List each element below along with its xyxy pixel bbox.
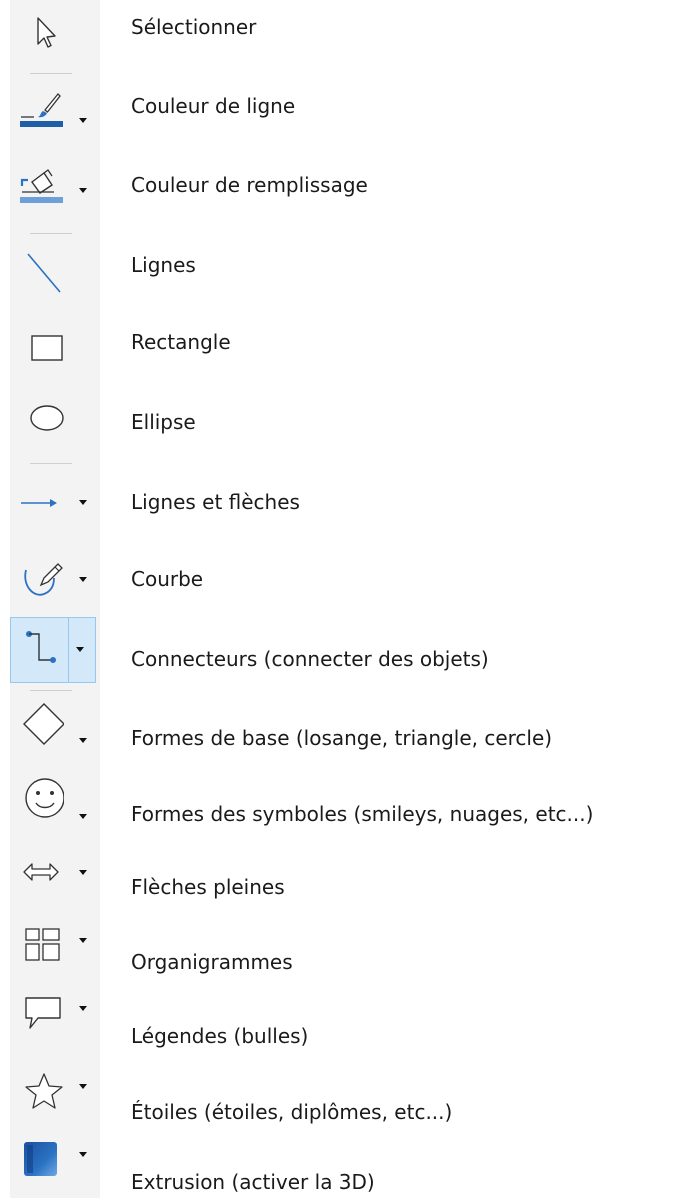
stars-dropdown-arrow[interactable] <box>79 1084 87 1089</box>
connector-icon <box>15 624 65 670</box>
toolbar-separator <box>30 73 72 74</box>
speech-bubble-icon <box>14 994 64 1040</box>
line-arrow-icon <box>14 480 64 526</box>
flowcharts-dropdown-arrow[interactable] <box>79 938 87 943</box>
diagonal-line-icon <box>14 248 64 294</box>
lines-and-arrows-tool-button[interactable] <box>10 474 100 530</box>
extrusion-cube-icon <box>14 1140 64 1186</box>
select-tool-button[interactable] <box>10 4 100 60</box>
toolbar-separator <box>30 690 72 691</box>
rectangle-tool-label: Rectangle <box>131 330 231 354</box>
connectors-split-divider <box>68 618 69 682</box>
basic-shapes-tool-button[interactable] <box>10 694 100 750</box>
symbol-shapes-dropdown-arrow[interactable] <box>79 814 87 819</box>
line-color-tool-button[interactable] <box>10 82 100 138</box>
line-color-brush-icon <box>14 88 64 134</box>
flowcharts-tool-button[interactable] <box>10 920 100 976</box>
curve-pencil-icon <box>14 558 64 604</box>
flowcharts-tool-label: Organigrammes <box>131 950 293 974</box>
line-color-tool-label: Couleur de ligne <box>131 94 296 118</box>
cursor-arrow-icon <box>14 10 64 56</box>
connectors-tool-button[interactable] <box>10 617 96 683</box>
fill-color-dropdown-arrow[interactable] <box>79 188 87 193</box>
toolbar-separator <box>30 233 72 234</box>
select-tool-label: Sélectionner <box>131 15 257 39</box>
curve-tool-button[interactable] <box>10 552 100 608</box>
basic-shapes-dropdown-arrow[interactable] <box>79 738 87 743</box>
symbol-shapes-tool-label: Formes des symboles (smileys, nuages, et… <box>131 802 594 826</box>
smiley-icon <box>14 776 64 822</box>
line-color-dropdown-arrow[interactable] <box>79 118 87 123</box>
connectors-tool-label: Connecteurs (connecter des objets) <box>131 647 489 671</box>
stars-tool-button[interactable] <box>10 1066 100 1122</box>
fill-color-tool-button[interactable] <box>10 160 100 216</box>
curve-tool-label: Courbe <box>131 567 204 591</box>
lines-tool-label: Lignes <box>131 253 196 277</box>
rectangle-tool-button[interactable] <box>10 318 100 374</box>
connectors-dropdown-arrow[interactable] <box>76 647 84 652</box>
lines-and-arrows-dropdown-arrow[interactable] <box>79 500 87 505</box>
extrusion-tool-button[interactable] <box>10 1134 100 1190</box>
block-arrows-tool-button[interactable] <box>10 854 100 910</box>
flowchart-grid-icon <box>14 926 64 972</box>
fill-color-tool-label: Couleur de remplissage <box>131 173 368 197</box>
callouts-tool-button[interactable] <box>10 988 100 1044</box>
basic-shapes-tool-label: Formes de base (losange, triangle, cercl… <box>131 726 553 750</box>
ellipse-tool-label: Ellipse <box>131 410 196 434</box>
callouts-tool-label: Légendes (bulles) <box>131 1024 309 1048</box>
symbol-shapes-tool-button[interactable] <box>10 770 100 826</box>
ellipse-icon <box>14 397 64 443</box>
block-arrows-dropdown-arrow[interactable] <box>79 870 87 875</box>
toolbar-separator <box>30 463 72 464</box>
fill-color-bucket-icon <box>14 166 64 212</box>
rectangle-icon <box>14 324 64 370</box>
stars-tool-label: Étoiles (étoiles, diplômes, etc...) <box>131 1100 453 1124</box>
ellipse-tool-button[interactable] <box>10 391 100 447</box>
lines-and-arrows-tool-label: Lignes et flèches <box>131 490 300 514</box>
callouts-dropdown-arrow[interactable] <box>79 1006 87 1011</box>
star-icon <box>14 1072 64 1118</box>
extrusion-tool-label: Extrusion (activer la 3D) <box>131 1170 375 1194</box>
curve-dropdown-arrow[interactable] <box>79 577 87 582</box>
lines-tool-button[interactable] <box>10 242 100 298</box>
extrusion-dropdown-arrow[interactable] <box>79 1152 87 1157</box>
double-arrow-icon <box>14 860 64 906</box>
diamond-icon <box>14 700 64 746</box>
block-arrows-tool-label: Flèches pleines <box>131 875 285 899</box>
